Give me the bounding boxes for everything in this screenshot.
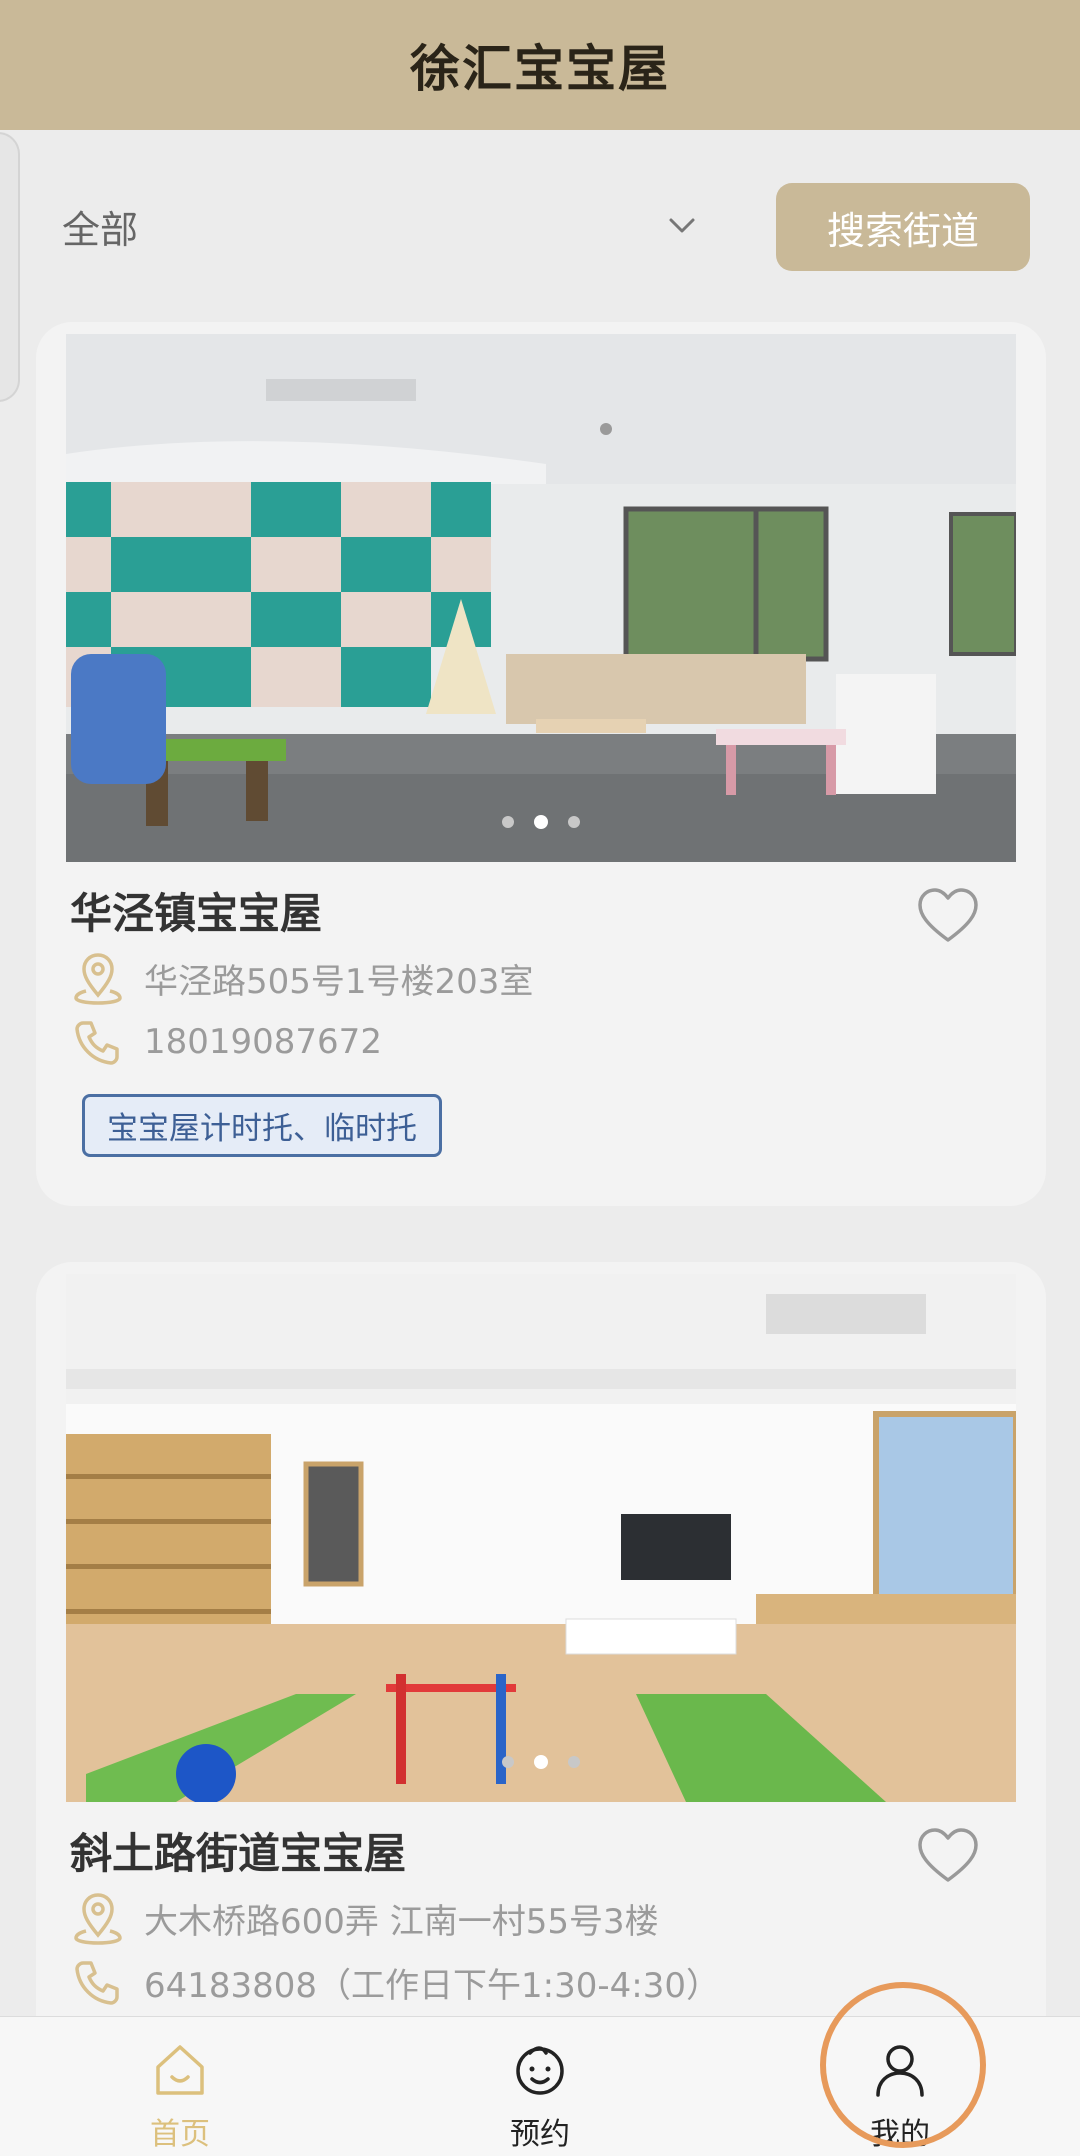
app-screen: 徐汇宝宝屋 全部 搜索街道 华泾镇宝宝屋 华泾路505号1号楼203室 1801…: [0, 0, 1080, 2156]
venue-address: 大木桥路600弄 江南一村55号3楼: [144, 1901, 659, 1942]
venue-name: 斜土路街道宝宝屋: [70, 1829, 407, 1878]
venue-phone: 18019087672: [144, 1022, 382, 1062]
phone-row[interactable]: 64183808（工作日下午1:30-4:30）: [70, 1954, 720, 2010]
person-icon: [876, 2045, 924, 2097]
app-header: 徐汇宝宝屋: [0, 0, 1080, 130]
playroom-photo-illustration: [66, 1274, 1016, 1802]
address-row: 华泾路505号1号楼203室: [70, 950, 533, 1006]
home-icon: [156, 2045, 204, 2095]
phone-row[interactable]: 18019087672: [70, 1014, 382, 1070]
favorite-heart-icon[interactable]: [916, 1826, 980, 1886]
district-select-value: 全部: [62, 207, 139, 252]
favorite-heart-icon[interactable]: [916, 886, 980, 946]
district-select[interactable]: 全部: [62, 180, 722, 272]
nav-label: 首页: [150, 2117, 210, 2152]
nav-label: 我的: [870, 2117, 930, 2152]
location-pin-icon: [70, 950, 126, 1006]
search-street-button[interactable]: 搜索街道: [776, 183, 1030, 271]
venue-name: 华泾镇宝宝屋: [70, 889, 323, 938]
address-row: 大木桥路600弄 江南一村55号3楼: [70, 1890, 659, 1946]
playroom-photo-illustration: [66, 334, 1016, 862]
nav-item-profile[interactable]: 我的: [810, 2017, 990, 2156]
nav-item-booking[interactable]: 预约: [450, 2017, 630, 2156]
phone-icon: [70, 1014, 126, 1070]
chevron-down-icon: [662, 206, 702, 246]
venue-photo[interactable]: [66, 1274, 1016, 1802]
nav-label: 预约: [510, 2117, 570, 2152]
service-tag: 宝宝屋计时托、临时托: [82, 1094, 442, 1157]
baby-face-icon: [516, 2046, 564, 2095]
venue-photo[interactable]: [66, 334, 1016, 862]
filter-row: 全部 搜索街道: [0, 180, 1080, 272]
venue-phone: 64183808（工作日下午1:30-4:30）: [144, 1965, 721, 2006]
location-pin-icon: [70, 1890, 126, 1946]
phone-icon: [70, 1954, 126, 2010]
bottom-nav: 首页 预约 我的: [0, 2016, 1080, 2156]
nav-item-home[interactable]: 首页: [90, 2017, 270, 2156]
venue-card[interactable]: 华泾镇宝宝屋 华泾路505号1号楼203室 18019087672 宝宝屋计时托…: [36, 322, 1046, 1206]
page-title: 徐汇宝宝屋: [410, 40, 670, 98]
venue-address: 华泾路505号1号楼203室: [144, 961, 534, 1002]
